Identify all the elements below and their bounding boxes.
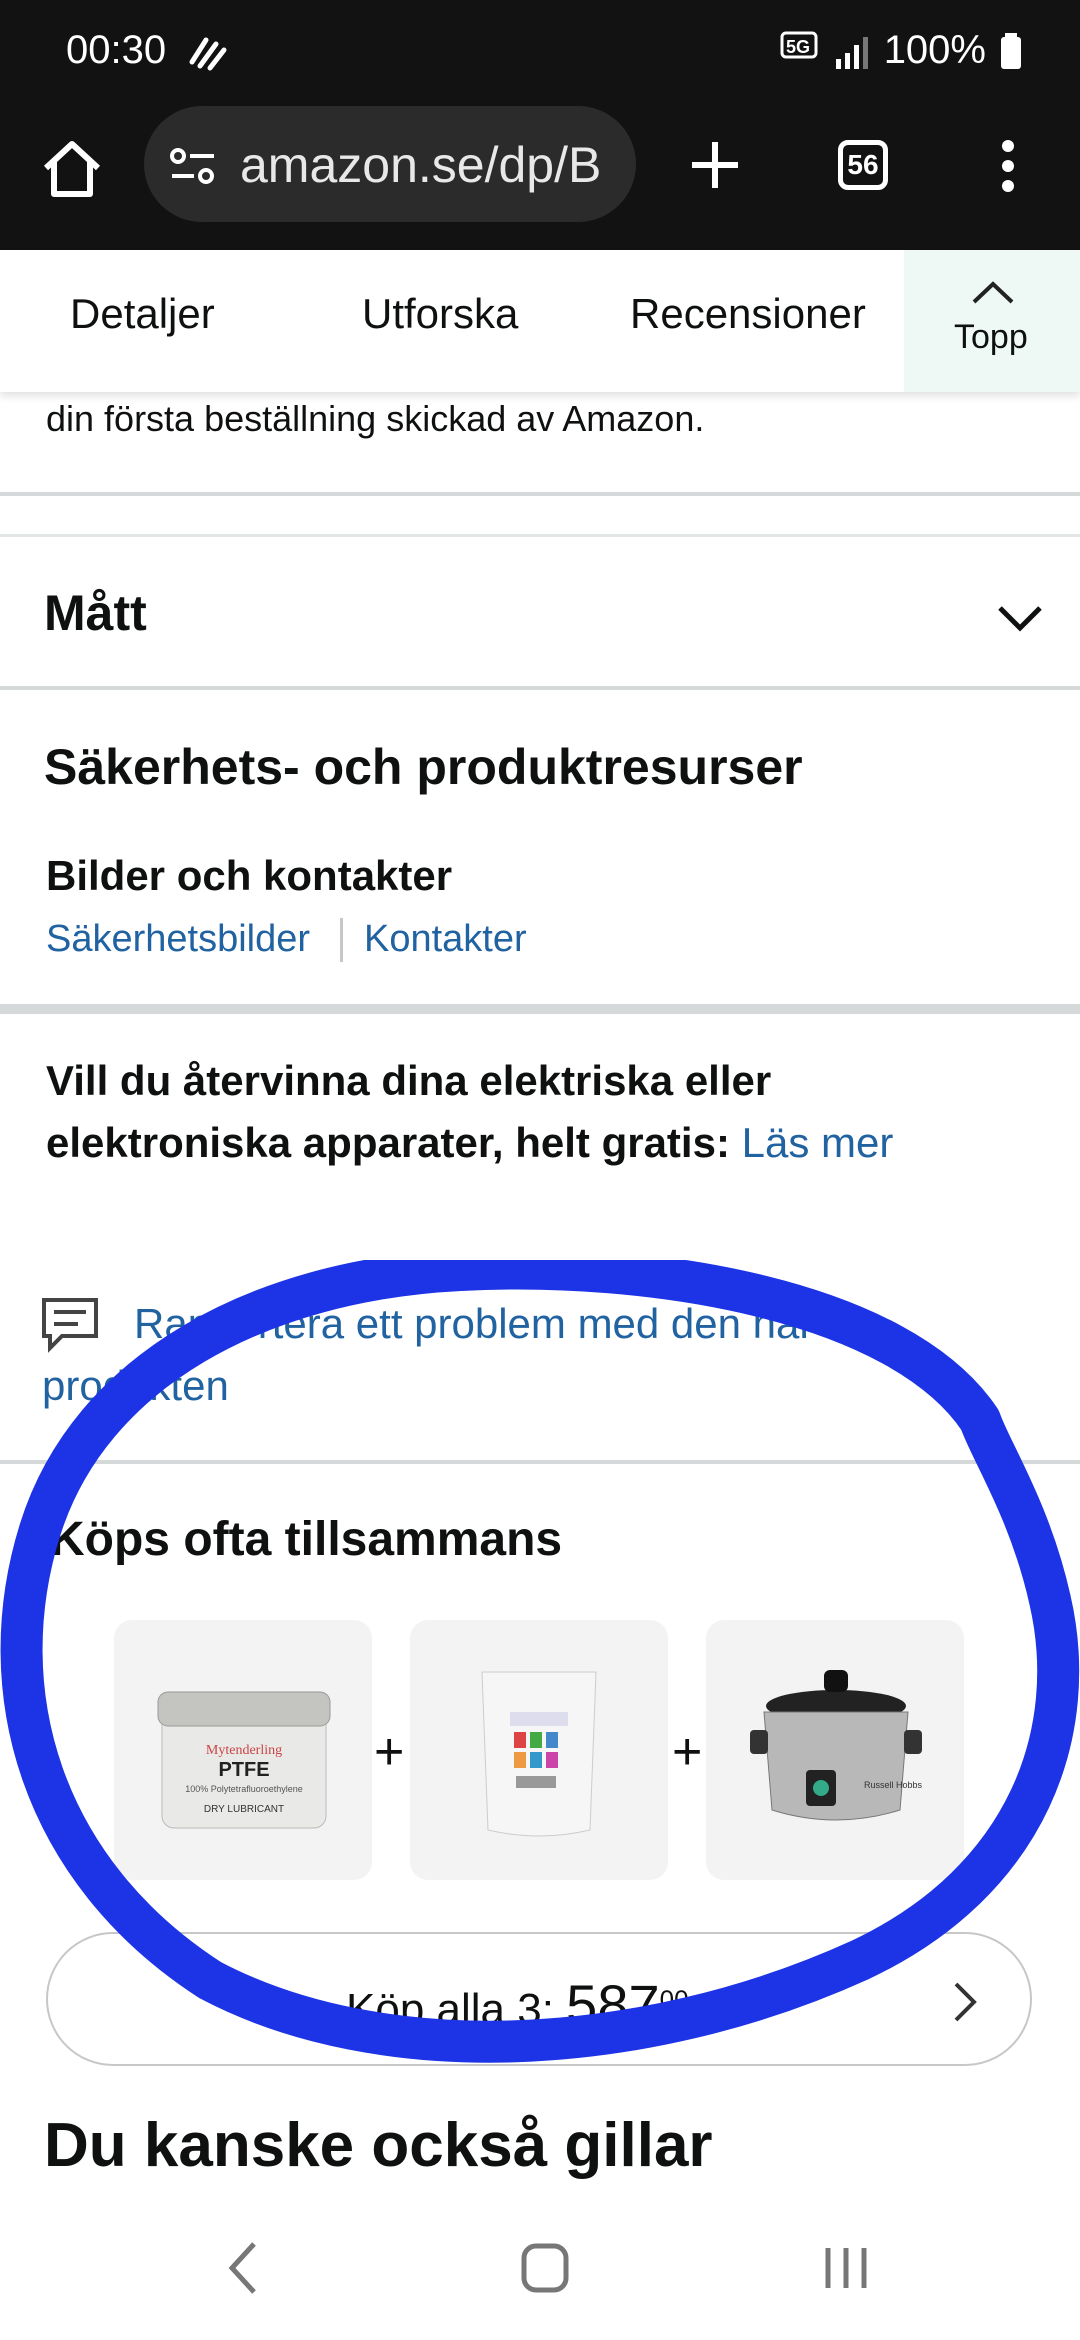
buy-all-text: Köp alla 3: 58700 xyxy=(346,1972,689,2037)
svg-text:Mytenderling: Mytenderling xyxy=(206,1743,282,1758)
network-5g-icon: 5G xyxy=(780,31,818,58)
more-menu-icon[interactable] xyxy=(998,138,1018,194)
shipping-text: din första beställning skickad av Amazon… xyxy=(46,398,705,439)
powder-pouch-image xyxy=(481,1671,597,1837)
tab-switcher-button[interactable]: 56 xyxy=(838,140,888,190)
frequently-bought-heading: Köps ofta tillsammans xyxy=(50,1513,563,1566)
buy-all-price: 587 xyxy=(566,1973,660,2036)
battery-icon xyxy=(1001,32,1021,69)
svg-text:PTFE: PTFE xyxy=(218,1759,269,1781)
dimensions-heading[interactable]: Mått xyxy=(44,584,147,642)
svg-text:100% Polytetrafluoroethylene: 100% Polytetrafluoroethylene xyxy=(185,1784,303,1794)
home-nav-icon[interactable] xyxy=(520,2242,570,2294)
divider xyxy=(0,1460,1080,1464)
svg-text:Russell Hobbs: Russell Hobbs xyxy=(864,1780,923,1790)
recycle-notice: Vill du återvinna dina elektriska eller … xyxy=(46,1050,1006,1174)
svg-text:DRY LUBRICANT: DRY LUBRICANT xyxy=(204,1804,284,1815)
safety-heading: Säkerhets- och produktresurser xyxy=(44,739,803,795)
plus-sign: + xyxy=(374,1723,405,1781)
divider xyxy=(0,1004,1080,1014)
product-card-powder[interactable] xyxy=(410,1620,668,1880)
link-separator xyxy=(340,918,343,962)
ptfe-jar-image: Mytenderling PTFE 100% Polytetrafluoroet… xyxy=(157,1691,331,1829)
url-text[interactable]: amazon.se/dp/B xyxy=(240,136,620,194)
report-problem-link[interactable]: Rapportera ett problem med den här xyxy=(134,1300,813,1348)
recycle-text: Vill du återvinna dina elektriska eller … xyxy=(46,1057,772,1166)
tab-explore[interactable]: Utforska xyxy=(362,290,518,338)
contacts-link[interactable]: Kontakter xyxy=(364,918,527,961)
clock: 00:30 xyxy=(66,28,167,72)
chevron-down-icon[interactable] xyxy=(996,602,1044,632)
chevron-right-icon xyxy=(954,1982,977,2022)
divider xyxy=(0,492,1080,496)
recents-nav-icon[interactable] xyxy=(822,2244,872,2292)
buy-all-label: Köp alla 3: xyxy=(346,1985,554,2034)
also-like-heading: Du kanske också gillar xyxy=(44,2111,713,2180)
tab-reviews[interactable]: Recensioner xyxy=(630,290,866,338)
feedback-icon[interactable] xyxy=(40,1296,102,1354)
images-contacts-label: Bilder och kontakter xyxy=(46,852,453,899)
buy-all-cents: 00 xyxy=(659,1984,689,2015)
status-right: 5G 100% xyxy=(780,28,1022,73)
safety-images-link[interactable]: Säkerhetsbilder xyxy=(46,918,310,961)
product-card-ptfe[interactable]: Mytenderling PTFE 100% Polytetrafluoroet… xyxy=(114,1620,372,1880)
signal-icon xyxy=(835,36,868,69)
home-icon[interactable] xyxy=(40,138,104,198)
divider xyxy=(0,686,1080,690)
chevron-up-icon xyxy=(972,281,1014,304)
slow-cooker-image: Russell Hobbs xyxy=(750,1670,923,1821)
tab-details[interactable]: Detaljer xyxy=(70,290,215,338)
report-problem-link-cont[interactable]: produkten xyxy=(42,1362,229,1410)
divider xyxy=(0,534,1080,537)
silent-mode-icon xyxy=(189,37,227,71)
status-bar: 00:30 5G 100% xyxy=(0,0,1080,100)
top-label: Topp xyxy=(954,318,1028,356)
read-more-link[interactable]: Läs mer xyxy=(742,1119,894,1166)
battery-percent: 100% xyxy=(883,28,986,72)
svg-text:5G: 5G xyxy=(786,37,810,57)
back-nav-icon[interactable] xyxy=(224,2240,264,2296)
plus-sign: + xyxy=(672,1723,703,1781)
product-card-slow-cooker[interactable]: Russell Hobbs xyxy=(706,1620,964,1880)
site-settings-icon[interactable] xyxy=(168,146,218,186)
new-tab-icon[interactable] xyxy=(690,140,740,190)
